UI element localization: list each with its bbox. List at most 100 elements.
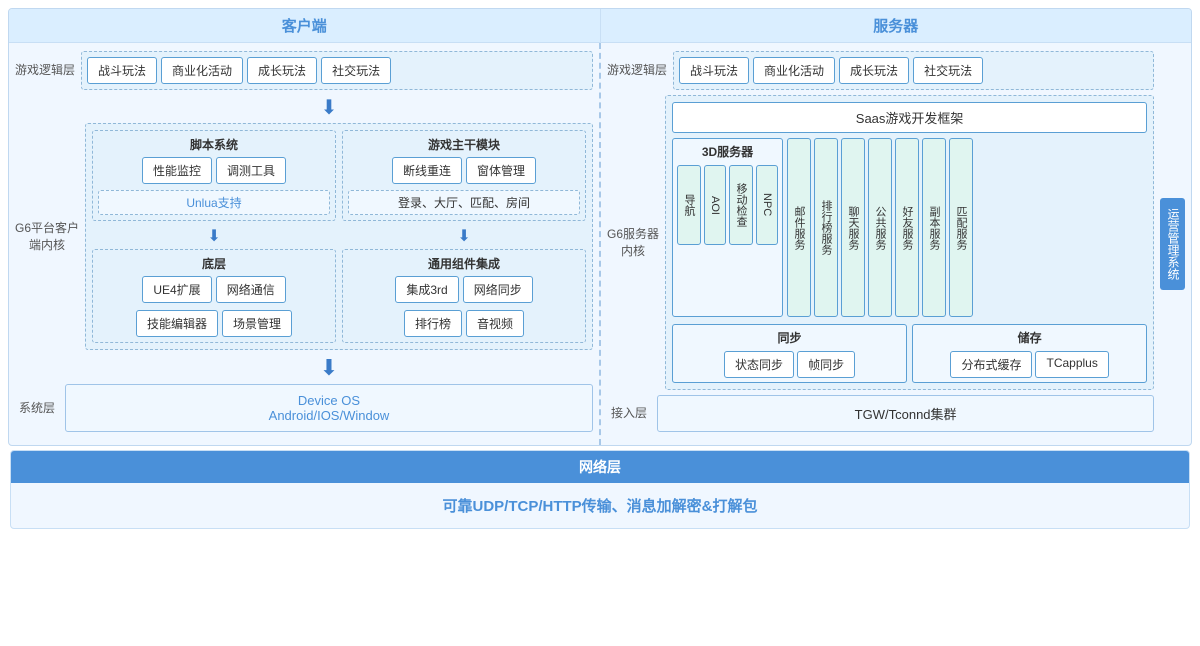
- top-labels: 客户端 服务器: [9, 9, 1191, 43]
- window-mgmt: 窗体管理: [466, 157, 536, 184]
- ops-management-wrapper: 运营管理系统: [1160, 51, 1185, 437]
- reconnect: 断线重连: [392, 157, 462, 184]
- mail-service: 邮件服务: [787, 138, 811, 317]
- npc-item: NPC: [756, 165, 778, 245]
- base-layer-title: 底层: [202, 255, 226, 272]
- network-title-bar: 网络层: [11, 451, 1189, 483]
- general-comp-title: 通用组件集成: [428, 255, 500, 272]
- access-layer-label: 接入层: [607, 405, 651, 422]
- 3d-server-items: 导航 AOI 移动检查 NPC: [677, 165, 778, 245]
- nav-item: 导航: [677, 165, 701, 245]
- general-comp-items2: 排行榜 音视频: [404, 310, 524, 337]
- top-content: 游戏逻辑层 战斗玩法 商业化活动 成长玩法 社交玩法 ⬇: [9, 43, 1191, 445]
- system-layer-label: 系统层: [15, 400, 59, 417]
- server-combat: 战斗玩法: [679, 57, 749, 84]
- server-core-label: G6服务器 内核: [607, 95, 659, 390]
- general-comp-items1: 集成3rd 网络同步: [395, 276, 532, 303]
- server-section: 游戏逻辑层 战斗玩法 商业化活动 成长玩法 社交玩法: [601, 43, 1191, 445]
- skill-editor: 技能编辑器: [136, 310, 218, 337]
- sync-title: 同步: [677, 329, 902, 346]
- unlua-text: Unlua支持: [105, 194, 323, 211]
- net-sync: 网络同步: [463, 276, 533, 303]
- server-main: 游戏逻辑层 战斗玩法 商业化活动 成长玩法 社交玩法: [607, 51, 1154, 437]
- storage-items: 分布式缓存 TCapplus: [917, 351, 1142, 378]
- server-commerce: 商业化活动: [753, 57, 835, 84]
- client-bottom-modules: 底层 UE4扩展 网络通信 技能编辑器 场景管理: [92, 249, 586, 343]
- lobby-text: 登录、大厅、匹配、房间: [355, 194, 573, 211]
- client-game-logic-row: 游戏逻辑层 战斗玩法 商业化活动 成长玩法 社交玩法: [15, 51, 593, 90]
- server-core-content: Saas游戏开发框架 3D服务器 导航 AOI 移动检查 NPC: [665, 95, 1154, 390]
- base-layer-items1: UE4扩展 网络通信: [142, 276, 285, 303]
- client-game-logic-boxes: 战斗玩法 商业化活动 成长玩法 社交玩法: [87, 57, 587, 84]
- 3d-server-box: 3D服务器 导航 AOI 移动检查 NPC: [672, 138, 783, 317]
- sync-items: 状态同步 帧同步: [677, 351, 902, 378]
- 3d-server-area: 3D服务器 导航 AOI 移动检查 NPC: [672, 138, 1147, 317]
- game-main-items1: 断线重连 窗体管理: [392, 157, 536, 184]
- rank-service: 排行榜服务: [814, 138, 838, 317]
- tgw-text: TGW/Tconnd集群: [666, 404, 1145, 423]
- client-header: 客户端: [9, 9, 600, 42]
- storage-box: 储存 分布式缓存 TCapplus: [912, 324, 1147, 383]
- lobby-container: 登录、大厅、匹配、房间: [348, 190, 580, 215]
- game-main-module: 游戏主干模块 断线重连 窗体管理 登录、大厅、匹配、房间: [342, 130, 586, 221]
- client-game-item-3: 社交玩法: [321, 57, 391, 84]
- client-game-item-2: 成长玩法: [247, 57, 317, 84]
- client-section: 游戏逻辑层 战斗玩法 商业化活动 成长玩法 社交玩法 ⬇: [9, 43, 601, 445]
- server-game-logic-row: 游戏逻辑层 战斗玩法 商业化活动 成长玩法 社交玩法: [607, 51, 1154, 90]
- server-core-platform: G6服务器 内核 Saas游戏开发框架 3D服务器: [607, 95, 1154, 390]
- client-core-platform: G6平台客户 端内核 脚本系统 性能监控 调测工具: [15, 123, 593, 350]
- client-core-content: 脚本系统 性能监控 调测工具 Unlua支持: [85, 123, 593, 350]
- network-comm: 网络通信: [216, 276, 286, 303]
- integrate-3rd: 集成3rd: [395, 276, 458, 303]
- friend-service: 好友服务: [895, 138, 919, 317]
- client-core-label: G6平台客户 端内核: [15, 123, 79, 350]
- sync-box: 同步 状态同步 帧同步: [672, 324, 907, 383]
- script-system-items1: 性能监控 调测工具: [142, 157, 286, 184]
- base-layer-items2: 技能编辑器 场景管理: [136, 310, 292, 337]
- ops-management-label: 运营管理系统: [1160, 198, 1185, 290]
- system-layer-box: Device OS Android/IOS/Window: [65, 384, 593, 432]
- access-layer-box: TGW/Tconnd集群: [657, 395, 1154, 432]
- game-main-title: 游戏主干模块: [428, 136, 500, 153]
- server-game-logic-label: 游戏逻辑层: [607, 62, 667, 79]
- debug-tool: 调测工具: [216, 157, 286, 184]
- client-title: 客户端: [282, 18, 327, 35]
- server-title: 服务器: [873, 18, 918, 35]
- aoi-item: AOI: [704, 165, 726, 245]
- mid-arrows: ⬇ ⬇: [92, 226, 586, 246]
- dist-cache: 分布式缓存: [950, 351, 1032, 378]
- client-game-logic-container: 战斗玩法 商业化活动 成长玩法 社交玩法: [81, 51, 593, 90]
- server-growth: 成长玩法: [839, 57, 909, 84]
- chat-service: 聊天服务: [841, 138, 865, 317]
- public-service: 公共服务: [868, 138, 892, 317]
- server-game-logic-boxes: 战斗玩法 商业化活动 成长玩法 社交玩法: [679, 57, 1148, 84]
- unlua-container: Unlua支持: [98, 190, 330, 215]
- access-layer-row: 接入层 TGW/Tconnd集群: [607, 395, 1154, 432]
- ue4-extend: UE4扩展: [142, 276, 211, 303]
- network-content: 可靠UDP/TCP/HTTP传输、消息加解密&打解包: [11, 483, 1189, 528]
- script-system-module: 脚本系统 性能监控 调测工具 Unlua支持: [92, 130, 336, 221]
- system-layer-row: 系统层 Device OS Android/IOS/Window: [15, 384, 593, 432]
- network-section: 网络层 可靠UDP/TCP/HTTP传输、消息加解密&打解包: [10, 450, 1190, 529]
- client-game-logic-label: 游戏逻辑层: [15, 62, 75, 79]
- base-layer-module: 底层 UE4扩展 网络通信 技能编辑器 场景管理: [92, 249, 336, 343]
- scene-mgmt: 场景管理: [222, 310, 292, 337]
- arrow-down-large: ⬇: [320, 355, 338, 380]
- general-components-module: 通用组件集成 集成3rd 网络同步 排行榜 音视频: [342, 249, 586, 343]
- leaderboard-client: 排行榜: [404, 310, 462, 337]
- audio-video: 音视频: [466, 310, 524, 337]
- perf-monitor: 性能监控: [142, 157, 212, 184]
- arrow-down-2a: ⬇: [207, 228, 220, 245]
- client-game-item-0: 战斗玩法: [87, 57, 157, 84]
- client-game-item-1: 商业化活动: [161, 57, 243, 84]
- frame-sync: 帧同步: [797, 351, 855, 378]
- storage-title: 储存: [917, 329, 1142, 346]
- arrow-down-2b: ⬇: [457, 228, 470, 245]
- arrow-down-1: ⬇: [321, 97, 338, 119]
- client-top-modules: 脚本系统 性能监控 调测工具 Unlua支持: [92, 130, 586, 221]
- server-header: 服务器: [600, 9, 1192, 42]
- script-system-title: 脚本系统: [190, 136, 238, 153]
- server-game-logic-container: 战斗玩法 商业化活动 成长玩法 社交玩法: [673, 51, 1154, 90]
- state-sync: 状态同步: [724, 351, 794, 378]
- main-wrapper: 客户端 服务器 游戏逻辑层 战斗玩法 商业化活动 成长玩法 社: [0, 0, 1200, 539]
